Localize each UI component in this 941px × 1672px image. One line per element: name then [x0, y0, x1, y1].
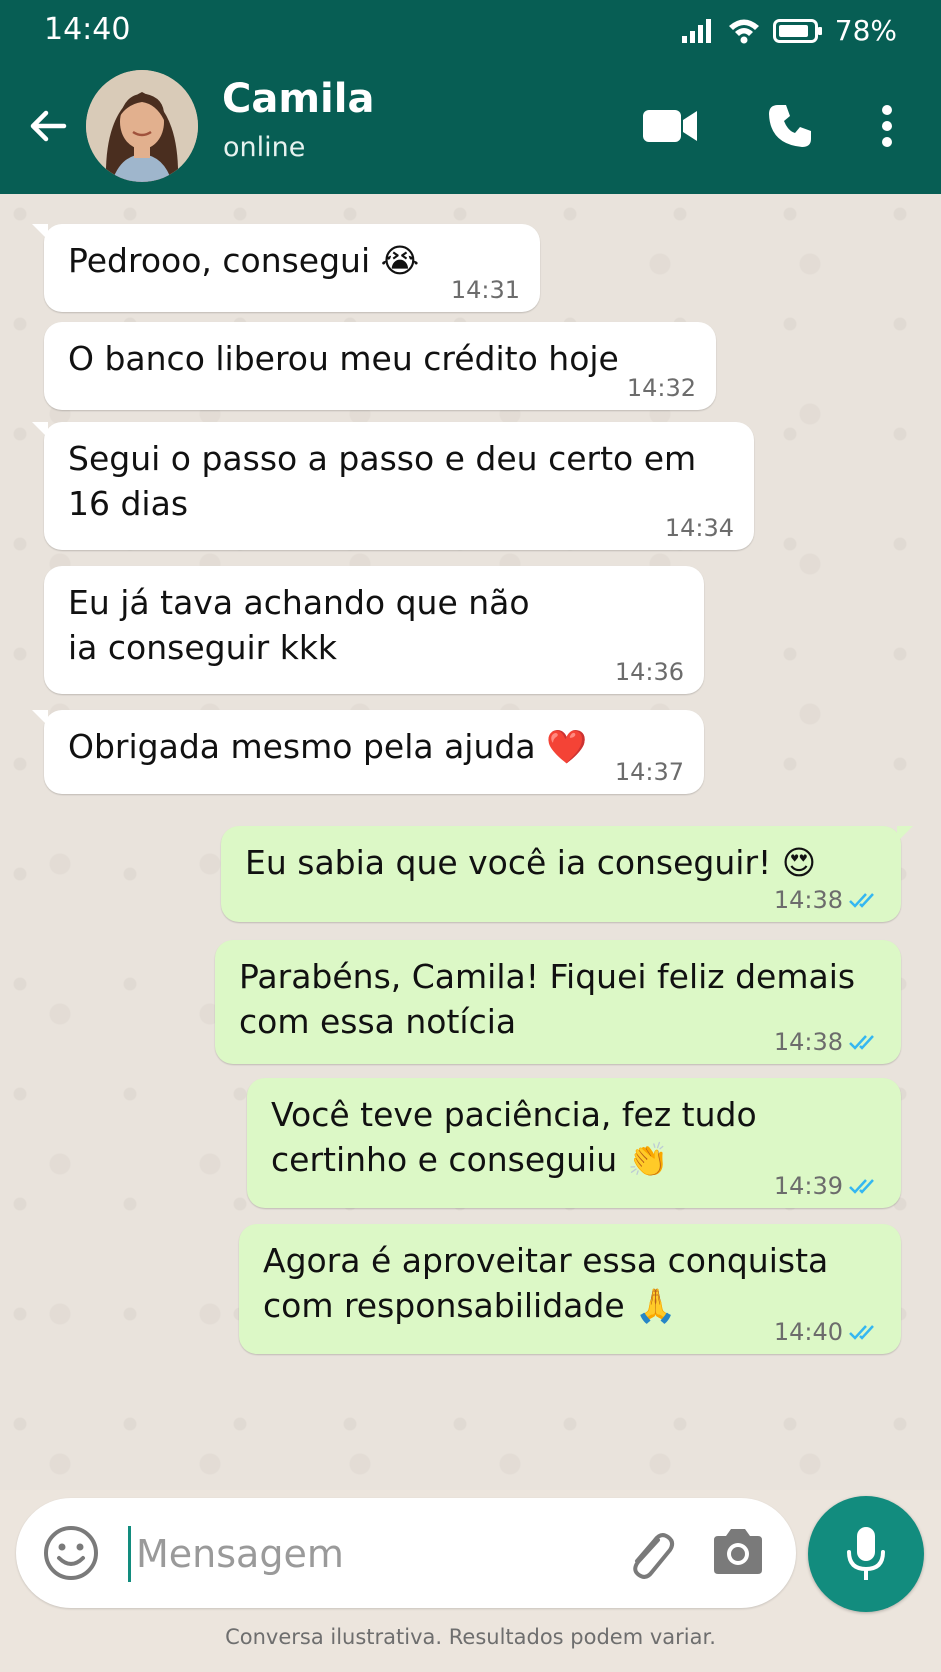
phone-icon[interactable] [762, 96, 818, 156]
contact-name[interactable]: Camila [222, 76, 374, 122]
emoji-icon[interactable] [42, 1524, 100, 1582]
message-time: 14:36 [615, 660, 684, 684]
double-check-icon [849, 1179, 874, 1194]
message-time: 14:38 [774, 888, 881, 912]
message-time: 14:32 [627, 376, 696, 400]
message-input[interactable] [134, 1520, 578, 1588]
camera-icon[interactable] [710, 1526, 770, 1582]
message-text: Eu já tava achando que não ia conseguir … [68, 583, 530, 667]
more-vert-icon[interactable] [872, 96, 902, 156]
message-incoming[interactable]: Pedrooo, consegui 😭 14:31 [32, 224, 540, 312]
message-incoming[interactable]: O banco liberou meu crédito hoje 14:32 [44, 322, 716, 410]
avatar[interactable] [86, 70, 198, 182]
video-call-icon[interactable] [640, 96, 700, 156]
signal-icon [681, 18, 711, 43]
disclaimer-text: Conversa ilustrativa. Resultados podem v… [225, 1625, 716, 1649]
message-time: 14:38 [774, 1030, 881, 1054]
message-time: 14:40 [774, 1320, 881, 1344]
time-label: 14:31 [450, 276, 520, 304]
message-outgoing[interactable]: Eu sabia que você ia conseguir! 😍 14:38 [221, 826, 913, 922]
message-outgoing[interactable]: Agora é aproveitar essa conquista com re… [239, 1224, 901, 1354]
message-text: Obrigada mesmo pela ajuda ❤️ [68, 727, 588, 766]
status-time: 14:40 [44, 12, 131, 47]
message-incoming[interactable]: Segui o passo a passo e deu certo em 16 … [32, 422, 754, 550]
chat-area[interactable]: Pedrooo, consegui 😭 14:31 O banco libero… [0, 194, 941, 1490]
time-label: 14:38 [773, 886, 843, 914]
message-composer [16, 1498, 796, 1608]
time-label: 14:36 [614, 658, 684, 686]
text-caret [128, 1526, 131, 1582]
chat-header: Camila online [0, 62, 941, 194]
status-bar: 14:40 78% [0, 0, 941, 62]
time-label: 14:37 [614, 758, 684, 786]
time-label: 14:32 [626, 374, 696, 402]
wifi-icon [728, 19, 759, 43]
message-text: Pedrooo, consegui 😭 [68, 241, 420, 280]
message-text: O banco liberou meu crédito hoje [68, 339, 619, 378]
message-incoming[interactable]: Eu já tava achando que não ia conseguir … [44, 566, 704, 694]
double-check-icon [849, 1035, 874, 1050]
message-outgoing[interactable]: Parabéns, Camila! Fiquei feliz demais co… [215, 940, 901, 1064]
battery-icon [772, 18, 822, 43]
message-time: 14:37 [615, 760, 684, 784]
message-time: 14:39 [774, 1174, 881, 1198]
message-text: Eu sabia que você ia conseguir! 😍 [245, 843, 817, 882]
message-time: 14:31 [451, 278, 520, 302]
microphone-icon[interactable] [808, 1496, 924, 1612]
battery-percent: 78% [834, 14, 897, 47]
status-indicators: 78% [681, 14, 897, 47]
message-incoming[interactable]: Obrigada mesmo pela ajuda ❤️ 14:37 [32, 710, 704, 794]
paperclip-icon[interactable] [620, 1524, 680, 1584]
time-label: 14:38 [773, 1028, 843, 1056]
contact-status: online [223, 132, 306, 163]
time-label: 14:34 [664, 514, 734, 542]
message-time: 14:34 [665, 516, 734, 540]
message-text: Você teve paciência, fez tudo certinho e… [271, 1095, 757, 1179]
message-text: Agora é aproveitar essa conquista com re… [263, 1241, 829, 1325]
double-check-icon [849, 1325, 874, 1340]
message-outgoing[interactable]: Você teve paciência, fez tudo certinho e… [247, 1078, 901, 1208]
time-label: 14:40 [773, 1318, 843, 1346]
time-label: 14:39 [773, 1172, 843, 1200]
message-text: Segui o passo a passo e deu certo em 16 … [68, 439, 697, 523]
back-arrow-icon[interactable] [24, 102, 72, 150]
double-check-icon [849, 893, 874, 908]
